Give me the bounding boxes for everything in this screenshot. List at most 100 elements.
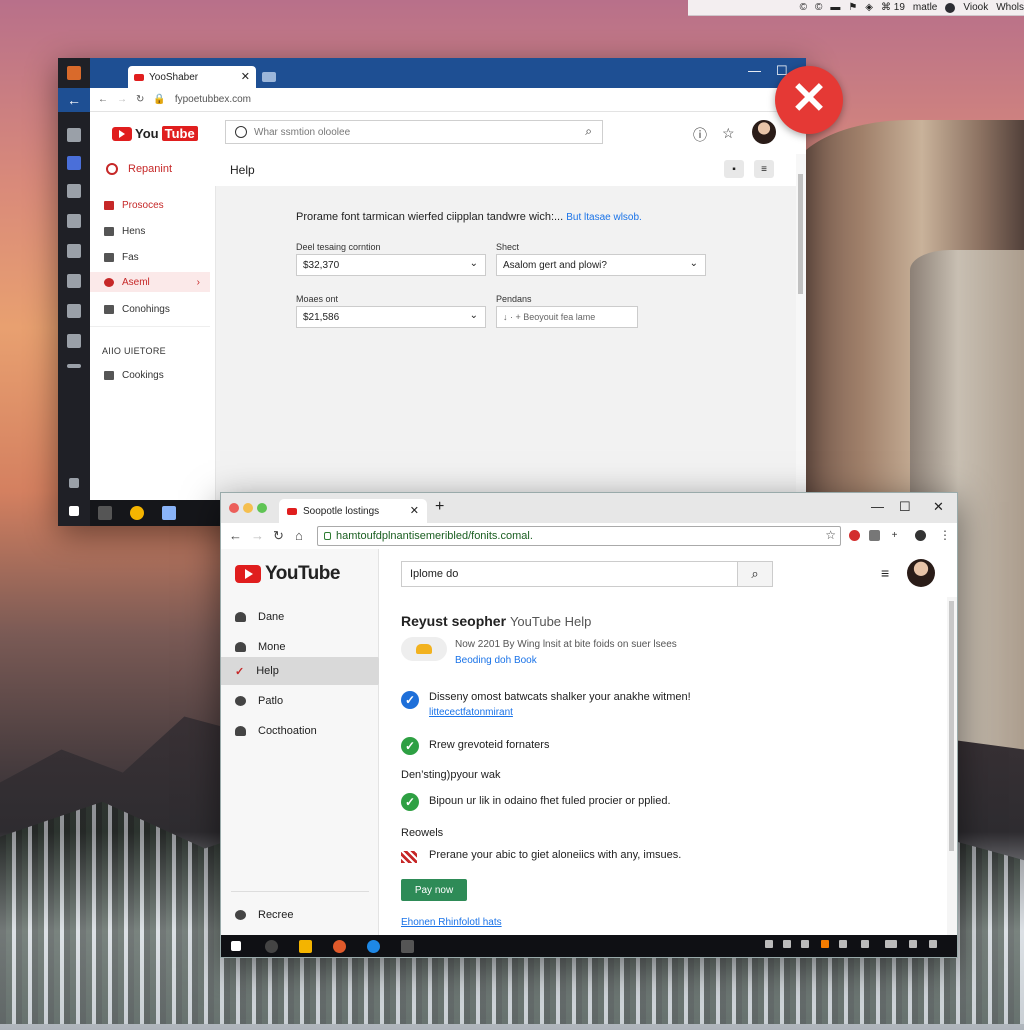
folder-icon[interactable] — [299, 940, 312, 953]
zoom-dot-icon[interactable] — [257, 503, 267, 513]
back-nav-icon[interactable]: ← — [229, 528, 242, 543]
notice-link[interactable]: Beoding doh Book — [455, 655, 537, 666]
dock-app-icon[interactable] — [67, 244, 81, 258]
back-brand[interactable]: Repanint — [106, 163, 172, 175]
dock-grid-icon[interactable] — [69, 478, 79, 488]
avatar[interactable] — [907, 559, 935, 587]
status-icon-2[interactable]: © — [815, 2, 822, 13]
chrome-icon[interactable] — [130, 506, 144, 520]
search-taskbar-icon[interactable] — [265, 940, 278, 953]
app-icon[interactable] — [162, 506, 176, 520]
dock-app-icon[interactable] — [67, 334, 81, 348]
sidebar-item-aseml[interactable]: Aseml › — [90, 272, 210, 292]
front-tab[interactable]: Soopotle lostings ✕ — [279, 499, 427, 523]
minimize-icon[interactable]: — — [871, 499, 884, 514]
question-link[interactable]: But ltasae wlsob. — [566, 212, 642, 223]
menu-icon[interactable]: ≡ — [754, 160, 774, 178]
footer-link[interactable]: Ehonen Rhinfolotl hats — [401, 917, 502, 928]
back-address-bar[interactable]: ← → ↻ 🔒 fypoetubbex.com — [90, 88, 806, 112]
status-text-1[interactable]: matle — [913, 2, 937, 13]
sidebar-item-hens[interactable]: Hens — [104, 226, 145, 237]
back-tab[interactable]: YooShaber ✕ — [128, 66, 256, 88]
close-dot-icon[interactable] — [229, 503, 239, 513]
minimize-icon[interactable]: — — [748, 63, 761, 78]
dock-app-icon[interactable] — [67, 128, 81, 142]
sidebar-item-cocthoation[interactable]: Cocthoation — [221, 717, 378, 745]
sidebar-item-help[interactable]: ✓ Help — [221, 657, 388, 685]
more-icon[interactable]: ⋮ — [939, 528, 951, 542]
amount-select[interactable]: $32,370 ⌄ — [296, 254, 486, 276]
account-icon[interactable]: ▪ — [724, 160, 744, 178]
pay-now-button[interactable]: Pay now — [401, 879, 467, 901]
youtube-logo[interactable]: YouTube — [235, 563, 340, 585]
tray-icon[interactable] — [765, 940, 773, 948]
dock-app-icon[interactable] — [67, 66, 81, 80]
star-icon[interactable]: ☆ — [722, 125, 735, 142]
item-link[interactable]: littecectfatonmirant — [429, 707, 513, 718]
new-tab-button[interactable] — [262, 72, 276, 82]
tray-icon[interactable] — [821, 940, 829, 948]
menu-icon[interactable]: ≡ — [881, 565, 889, 581]
status-icon-5[interactable]: ◈ — [865, 2, 873, 13]
forward-nav-icon[interactable]: → — [251, 528, 264, 543]
dock-app-icon[interactable] — [67, 364, 81, 368]
back-search-input[interactable]: Whar ssmtion oloolee ⌕ — [225, 120, 603, 144]
dock-app-icon[interactable] — [67, 214, 81, 228]
maximize-icon[interactable]: ☐ — [899, 499, 911, 515]
sidebar-item-prosoces[interactable]: Prosoces — [104, 200, 164, 211]
puzzle-icon[interactable]: + — [889, 530, 900, 541]
dock-star-icon[interactable] — [69, 506, 79, 516]
search-icon[interactable]: ⌕ — [737, 562, 772, 586]
question-select[interactable]: Asalom gert and plowi? ⌄ — [496, 254, 706, 276]
search-input[interactable]: Iplome do ⌕ — [401, 561, 773, 587]
tray-icon[interactable] — [783, 940, 791, 948]
back-nav-icon[interactable]: ← — [98, 94, 108, 105]
scroll-thumb[interactable] — [949, 601, 954, 851]
dock-app-icon[interactable] — [67, 274, 81, 288]
sidebar-item-cookings[interactable]: Cookings — [104, 370, 164, 381]
dock-app-icon[interactable] — [67, 304, 81, 318]
new-tab-icon[interactable]: + — [435, 498, 444, 516]
start-icon[interactable] — [231, 941, 241, 951]
extension-icon[interactable] — [849, 530, 860, 541]
app-icon[interactable] — [401, 940, 414, 953]
close-icon[interactable]: ✕ — [775, 66, 843, 134]
profile-icon[interactable] — [915, 530, 926, 541]
reload-icon[interactable]: ↻ — [136, 94, 144, 105]
tray-icon[interactable] — [801, 940, 809, 948]
scroll-thumb[interactable] — [798, 174, 803, 294]
status-icon-1[interactable]: © — [800, 2, 807, 13]
tray-icon[interactable] — [885, 940, 897, 948]
back-url[interactable]: fypoetubbex.com — [175, 94, 251, 105]
status-text-3[interactable]: Whols — [996, 2, 1024, 13]
user-icon[interactable] — [945, 2, 956, 13]
back-scrollbar[interactable] — [796, 154, 806, 504]
tray-icon[interactable] — [929, 940, 937, 948]
status-icon-3[interactable]: ▬ — [830, 2, 840, 13]
sidebar-item-dane[interactable]: Dane — [221, 603, 378, 631]
close-tab-icon[interactable]: ✕ — [410, 504, 419, 517]
dock-app-icon[interactable] — [67, 184, 81, 198]
close-window-icon[interactable]: ✕ — [933, 499, 944, 515]
tray-icon[interactable] — [909, 940, 917, 948]
back-arrow-icon[interactable]: ← — [58, 88, 90, 112]
info-icon[interactable]: ⓘ — [693, 125, 707, 145]
amount-select-2[interactable]: $21,586 ⌄ — [296, 306, 486, 328]
search-icon[interactable]: ⌕ — [585, 124, 592, 139]
forward-nav-icon[interactable]: → — [117, 94, 127, 105]
wifi-icon[interactable]: ⚑ — [848, 2, 857, 13]
sidebar-item-recree[interactable]: Recree — [221, 901, 378, 929]
chrome-icon[interactable] — [333, 940, 346, 953]
upload-field[interactable]: ↓ · + Beoyouit fea lame — [496, 306, 638, 328]
url-field[interactable]: hamtoufdplnantisemeribled/fonits.comal. … — [317, 526, 841, 546]
tray-icon[interactable] — [861, 940, 869, 948]
front-scrollbar[interactable] — [947, 597, 957, 935]
status-text-2[interactable]: Viook — [963, 2, 988, 13]
bookmark-icon[interactable]: ⌂ — [295, 528, 303, 543]
sidebar-item-fas[interactable]: Fas — [104, 252, 139, 263]
youtube-logo[interactable]: YouTube — [112, 126, 198, 141]
extension-icon[interactable] — [869, 530, 880, 541]
tray-icon[interactable] — [839, 940, 847, 948]
avatar[interactable] — [752, 120, 776, 144]
sidebar-item-patlo[interactable]: Patlo — [221, 687, 378, 715]
